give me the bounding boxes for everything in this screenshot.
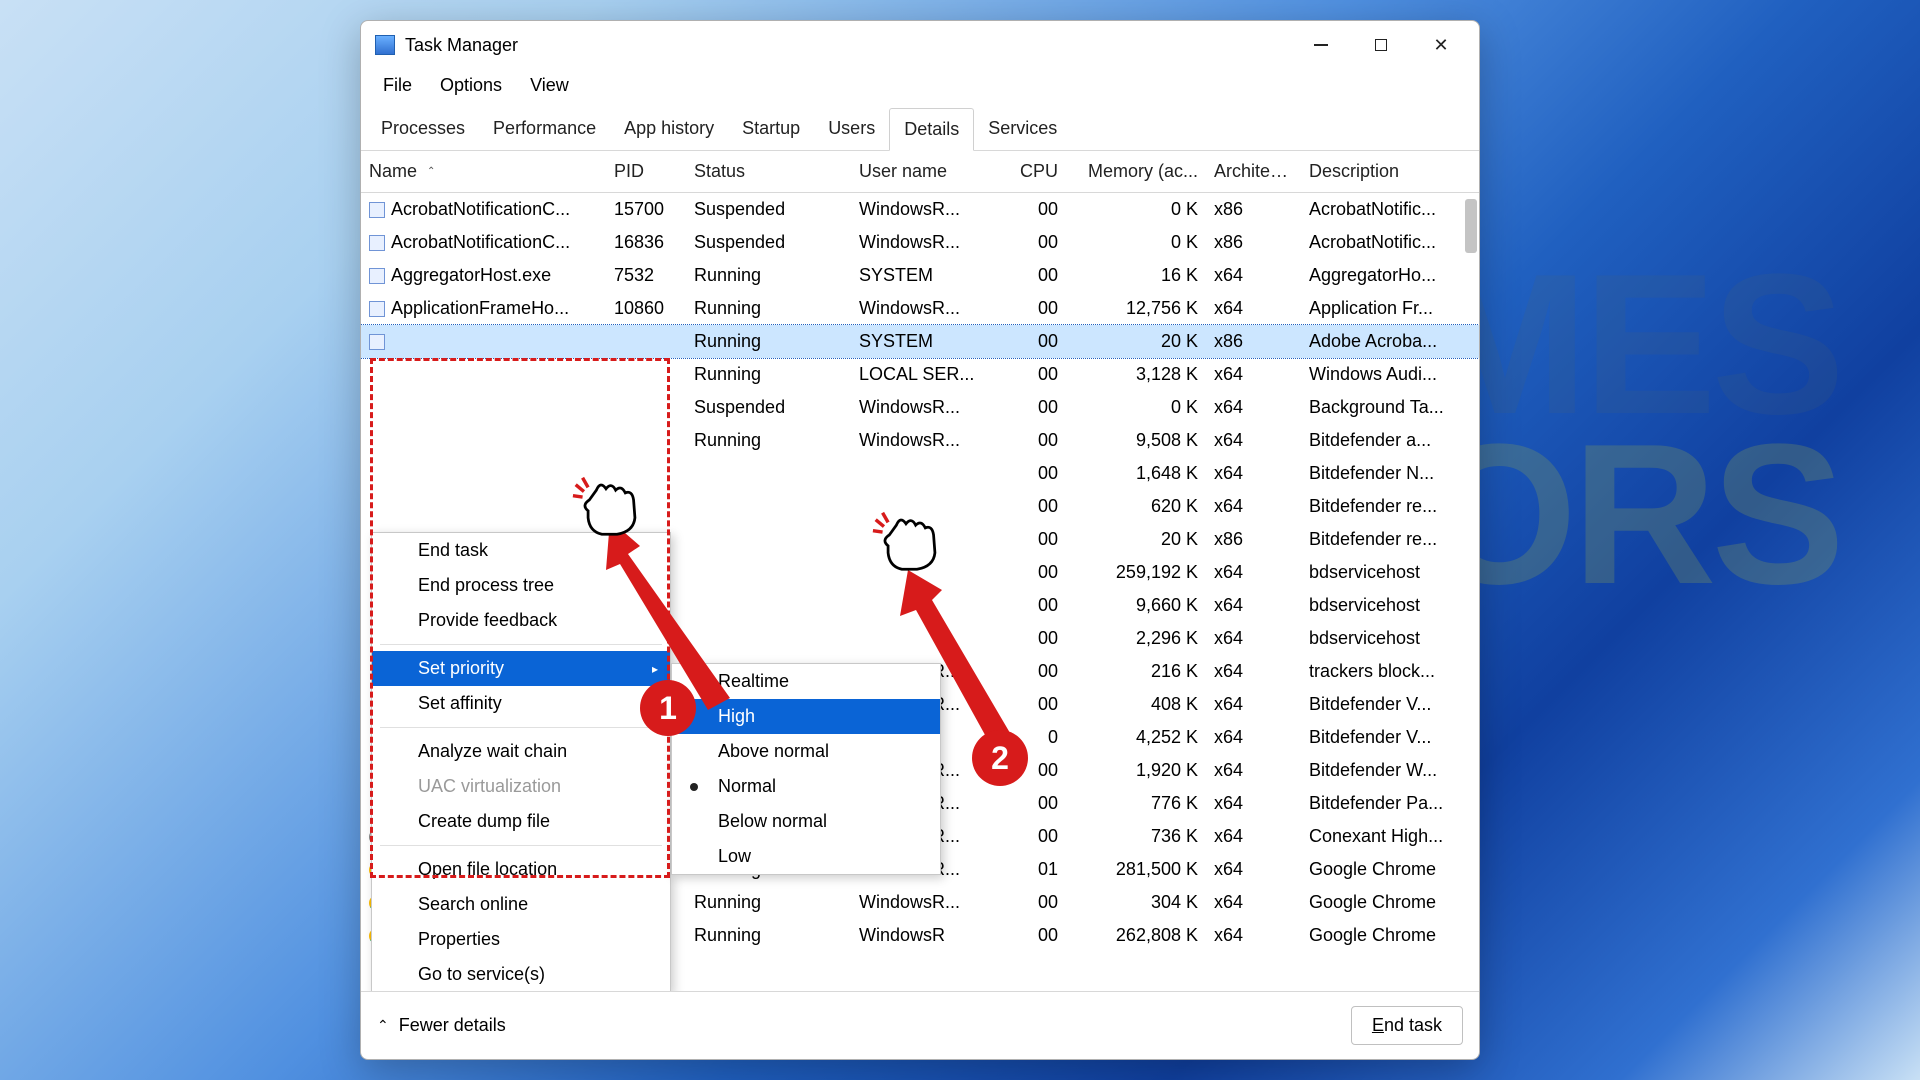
tab-app-history[interactable]: App history [610, 108, 728, 150]
chevron-up-icon: ⌃ [377, 1017, 389, 1034]
tab-performance[interactable]: Performance [479, 108, 610, 150]
tab-users[interactable]: Users [814, 108, 889, 150]
annotation-badge-2: 2 [972, 730, 1028, 786]
menu-file[interactable]: File [371, 69, 424, 102]
table-row[interactable]: 001,648 Kx64Bitdefender N... [361, 457, 1479, 490]
titlebar[interactable]: Task Manager ✕ [361, 21, 1479, 69]
close-button[interactable]: ✕ [1411, 25, 1471, 65]
tab-processes[interactable]: Processes [367, 108, 479, 150]
menu-view[interactable]: View [518, 69, 581, 102]
priority-option[interactable]: Low [672, 839, 940, 874]
maximize-icon [1375, 39, 1387, 51]
close-icon: ✕ [1433, 35, 1448, 56]
context-menu-item[interactable]: Properties [372, 922, 670, 957]
tab-details[interactable]: Details [889, 108, 974, 151]
table-row[interactable]: RunningLOCAL SER...003,128 Kx64Windows A… [361, 358, 1479, 391]
context-menu-item[interactable]: Create dump file [372, 804, 670, 839]
process-icon [369, 334, 385, 350]
minimize-icon [1314, 44, 1328, 46]
menubar: File Options View [361, 69, 1479, 108]
priority-option[interactable]: Below normal [672, 804, 940, 839]
table-row[interactable]: ApplicationFrameHo...10860RunningWindows… [361, 292, 1479, 325]
context-menu-item: UAC virtualization [372, 769, 670, 804]
header-user[interactable]: User name [851, 151, 1001, 192]
process-icon [369, 202, 385, 218]
process-icon [369, 301, 385, 317]
fewer-details-toggle[interactable]: ⌃ Fewer details [377, 1015, 506, 1036]
end-task-button[interactable]: End task [1351, 1006, 1463, 1045]
table-row[interactable]: RunningSYSTEM0020 Kx86Adobe Acroba... [361, 325, 1479, 358]
footer: ⌃ Fewer details End task [361, 991, 1479, 1059]
tab-services[interactable]: Services [974, 108, 1071, 150]
task-manager-icon [375, 35, 395, 55]
header-name[interactable]: Name⌃ [361, 151, 606, 192]
tabs: Processes Performance App history Startu… [361, 108, 1479, 151]
minimize-button[interactable] [1291, 25, 1351, 65]
header-status[interactable]: Status [686, 151, 851, 192]
context-menu-item[interactable]: Go to service(s) [372, 957, 670, 991]
maximize-button[interactable] [1351, 25, 1411, 65]
header-cpu[interactable]: CPU [1001, 151, 1066, 192]
menu-separator [380, 845, 662, 846]
context-menu-item[interactable]: Analyze wait chain [372, 734, 670, 769]
header-architecture[interactable]: Architec... [1206, 151, 1301, 192]
tab-startup[interactable]: Startup [728, 108, 814, 150]
table-row[interactable]: AcrobatNotificationC...16836SuspendedWin… [361, 226, 1479, 259]
header-description[interactable]: Description [1301, 151, 1465, 192]
header-pid[interactable]: PID [606, 151, 686, 192]
table-row[interactable]: SuspendedWindowsR...000 Kx64Background T… [361, 391, 1479, 424]
context-menu-item[interactable]: Search online [372, 887, 670, 922]
table-row[interactable]: RunningWindowsR...009,508 Kx64Bitdefende… [361, 424, 1479, 457]
sort-caret-icon: ⌃ [427, 166, 435, 177]
menu-options[interactable]: Options [428, 69, 514, 102]
process-icon [369, 235, 385, 251]
table-row[interactable]: AcrobatNotificationC...15700SuspendedWin… [361, 193, 1479, 226]
header-memory[interactable]: Memory (ac... [1066, 151, 1206, 192]
window-title: Task Manager [405, 35, 518, 56]
scrollbar-thumb[interactable] [1465, 199, 1477, 253]
cursor-hand-icon-1 [570, 475, 642, 537]
table-row[interactable]: AggregatorHost.exe7532RunningSYSTEM0016 … [361, 259, 1479, 292]
column-headers[interactable]: Name⌃ PID Status User name CPU Memory (a… [361, 151, 1479, 193]
context-menu-item[interactable]: Open file location [372, 852, 670, 887]
checked-dot-icon [690, 783, 698, 791]
annotation-badge-1: 1 [640, 680, 696, 736]
cursor-hand-icon-2 [870, 510, 942, 572]
process-icon [369, 268, 385, 284]
